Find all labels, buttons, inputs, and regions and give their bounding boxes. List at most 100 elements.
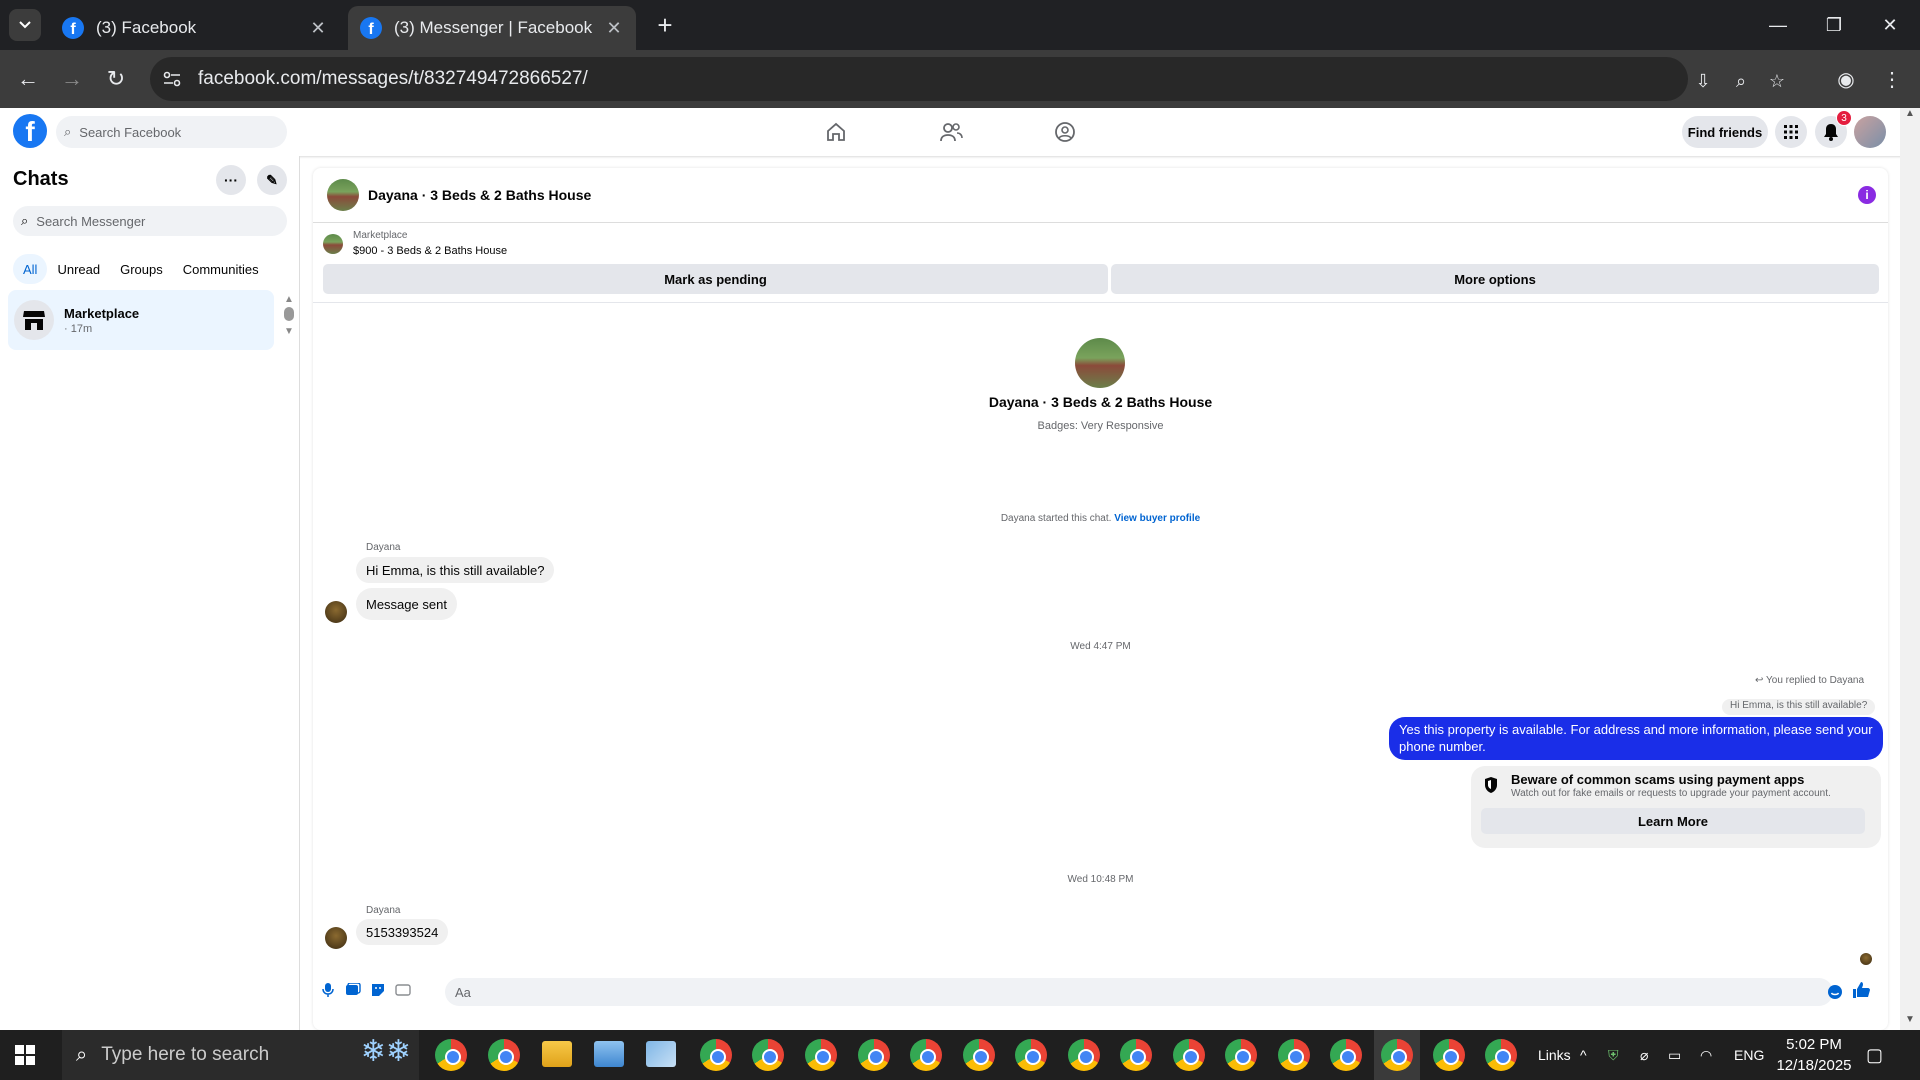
windows-start-icon[interactable] [15,1045,35,1065]
restore-icon[interactable]: ❐ [1806,0,1862,50]
network-off-icon[interactable]: ⌀ [1640,1030,1648,1080]
tab-title: (3) Messenger | Facebook [394,18,593,37]
close-tab-icon[interactable]: ✕ [604,18,624,39]
timestamp: Wed 4:47 PM [1070,641,1131,652]
file-explorer-icon[interactable] [542,1041,572,1067]
scroll-up-icon[interactable]: ▲ [1900,108,1920,119]
notification-center-icon[interactable]: ▢ [1866,1030,1883,1080]
address-bar[interactable]: facebook.com/messages/t/832749472866527/… [150,57,1785,101]
close-window-icon[interactable]: ✕ [1862,0,1918,50]
language-indicator[interactable]: ENG [1734,1030,1764,1080]
photo-icon[interactable] [343,980,363,1000]
minimize-icon[interactable]: — [1750,0,1806,50]
chrome-app-icon[interactable] [1330,1039,1362,1071]
profile-avatar[interactable] [1075,338,1125,388]
chrome-app-icon[interactable] [1278,1039,1310,1071]
links-toolbar[interactable]: Links [1538,1030,1571,1080]
site-settings-icon[interactable] [150,57,194,101]
account-avatar[interactable] [1854,116,1886,148]
friends-icon[interactable] [937,118,965,146]
chrome-app-icon[interactable] [1485,1039,1517,1071]
chrome-app-icon[interactable] [1225,1039,1257,1071]
filter-all[interactable]: All [13,254,48,284]
gif-icon[interactable] [393,980,413,1000]
filter-communities[interactable]: Communities [173,254,269,284]
facebook-logo-icon[interactable]: f [13,114,47,148]
taskbar-search[interactable]: ⌕ Type here to search ❄❄ [62,1030,419,1080]
more-options-icon[interactable]: ··· [216,165,246,195]
chat-filters: All Unread Groups Communities [13,254,269,284]
system-clock[interactable]: 5:02 PM 12/18/2025 [1774,1034,1854,1076]
scam-warning-card: Beware of common scams using payment app… [1471,766,1881,848]
more-options-button[interactable]: More options [1111,264,1879,294]
menu-grid-icon[interactable] [1775,116,1807,148]
message-input[interactable]: Aa [445,978,1833,1006]
profile-icon[interactable]: ◉ [1830,63,1862,95]
profile-nav-icon[interactable] [1051,118,1079,146]
new-tab-button[interactable]: + [650,10,680,40]
page-scrollbar[interactable]: ▲ ▼ [1900,108,1920,1030]
bookmark-star-icon[interactable]: ☆ [1764,68,1790,94]
show-hidden-icons-icon[interactable]: ^ [1580,1030,1587,1080]
chrome-app-icon[interactable] [1173,1039,1205,1071]
chat-list-scrollbar[interactable]: ▲ ▼ [283,294,295,344]
scroll-down-icon[interactable]: ▼ [1900,1014,1920,1025]
thumbs-up-icon[interactable] [1851,980,1871,1000]
facebook-search-input[interactable]: ⌕ Search Facebook [56,116,287,148]
security-shield-icon[interactable]: ⛨ [1608,1030,1619,1080]
mark-pending-button[interactable]: Mark as pending [323,264,1108,294]
learn-more-button[interactable]: Learn More [1481,808,1865,834]
chrome-app-icon[interactable] [1015,1039,1047,1071]
install-app-icon[interactable]: ⇩ [1690,68,1716,94]
chrome-app-icon[interactable] [1433,1039,1465,1071]
shield-icon [1483,776,1501,794]
notepad-app-icon[interactable] [646,1041,676,1067]
close-tab-icon[interactable]: ✕ [308,18,328,39]
message-bubble[interactable]: 5153393524 [356,919,449,945]
sticker-icon[interactable] [368,980,388,1000]
conversation-title[interactable]: Dayana · 3 Beds & 2 Baths House [368,187,591,203]
battery-icon[interactable]: ▭ [1668,1030,1681,1080]
message-bubble[interactable]: Message sent [356,588,457,620]
zoom-icon[interactable]: ⌕ [1728,68,1754,94]
chrome-app-icon[interactable] [910,1039,942,1071]
home-icon[interactable] [822,118,850,146]
message-bubble[interactable]: Hi Emma, is this still available? [356,557,555,583]
chrome-app-icon[interactable] [1381,1039,1413,1071]
chrome-app-icon[interactable] [700,1039,732,1071]
filter-groups[interactable]: Groups [110,254,173,284]
chrome-app-icon[interactable] [963,1039,995,1071]
new-message-icon[interactable]: ✎ [257,165,287,195]
tab-search-button[interactable] [9,9,41,41]
reply-quote[interactable]: Hi Emma, is this still available? [1722,699,1876,715]
filter-unread[interactable]: Unread [47,254,110,284]
forward-icon[interactable]: → [56,63,88,95]
chrome-app-icon[interactable] [805,1039,837,1071]
messenger-search-input[interactable]: ⌕ Search Messenger [13,206,287,236]
chrome-app-icon[interactable] [752,1039,784,1071]
chrome-app-icon[interactable] [435,1039,467,1071]
chrome-app-icon[interactable] [1068,1039,1100,1071]
chats-title: Chats [13,168,69,190]
outgoing-message-bubble[interactable]: Yes this property is available. For addr… [1389,717,1883,760]
sender-avatar[interactable] [325,927,347,949]
tab-facebook[interactable]: f (3) Facebook ✕ [50,6,340,50]
wifi-icon[interactable]: ◠ [1700,1030,1712,1080]
find-friends-button[interactable]: Find friends [1682,116,1768,148]
chrome-app-icon[interactable] [488,1039,520,1071]
tab-messenger[interactable]: f (3) Messenger | Facebook ✕ [348,6,636,50]
browser-menu-icon[interactable]: ⋮ [1876,63,1908,95]
back-icon[interactable]: ← [12,63,44,95]
chrome-app-icon[interactable] [1120,1039,1152,1071]
info-icon[interactable]: i [1858,186,1876,204]
warning-subtitle: Watch out for fake emails or requests to… [1511,788,1831,799]
microphone-icon[interactable] [318,980,338,1000]
emoji-icon[interactable] [1825,982,1845,1002]
chat-list-item[interactable]: Marketplace · 17m [8,290,274,350]
view-buyer-profile-link[interactable]: View buyer profile [1114,513,1200,524]
chrome-app-icon[interactable] [858,1039,890,1071]
sender-avatar[interactable] [325,601,347,623]
reload-icon[interactable]: ↻ [100,63,132,95]
listing-avatar[interactable] [327,179,359,211]
photos-app-icon[interactable] [594,1041,624,1067]
